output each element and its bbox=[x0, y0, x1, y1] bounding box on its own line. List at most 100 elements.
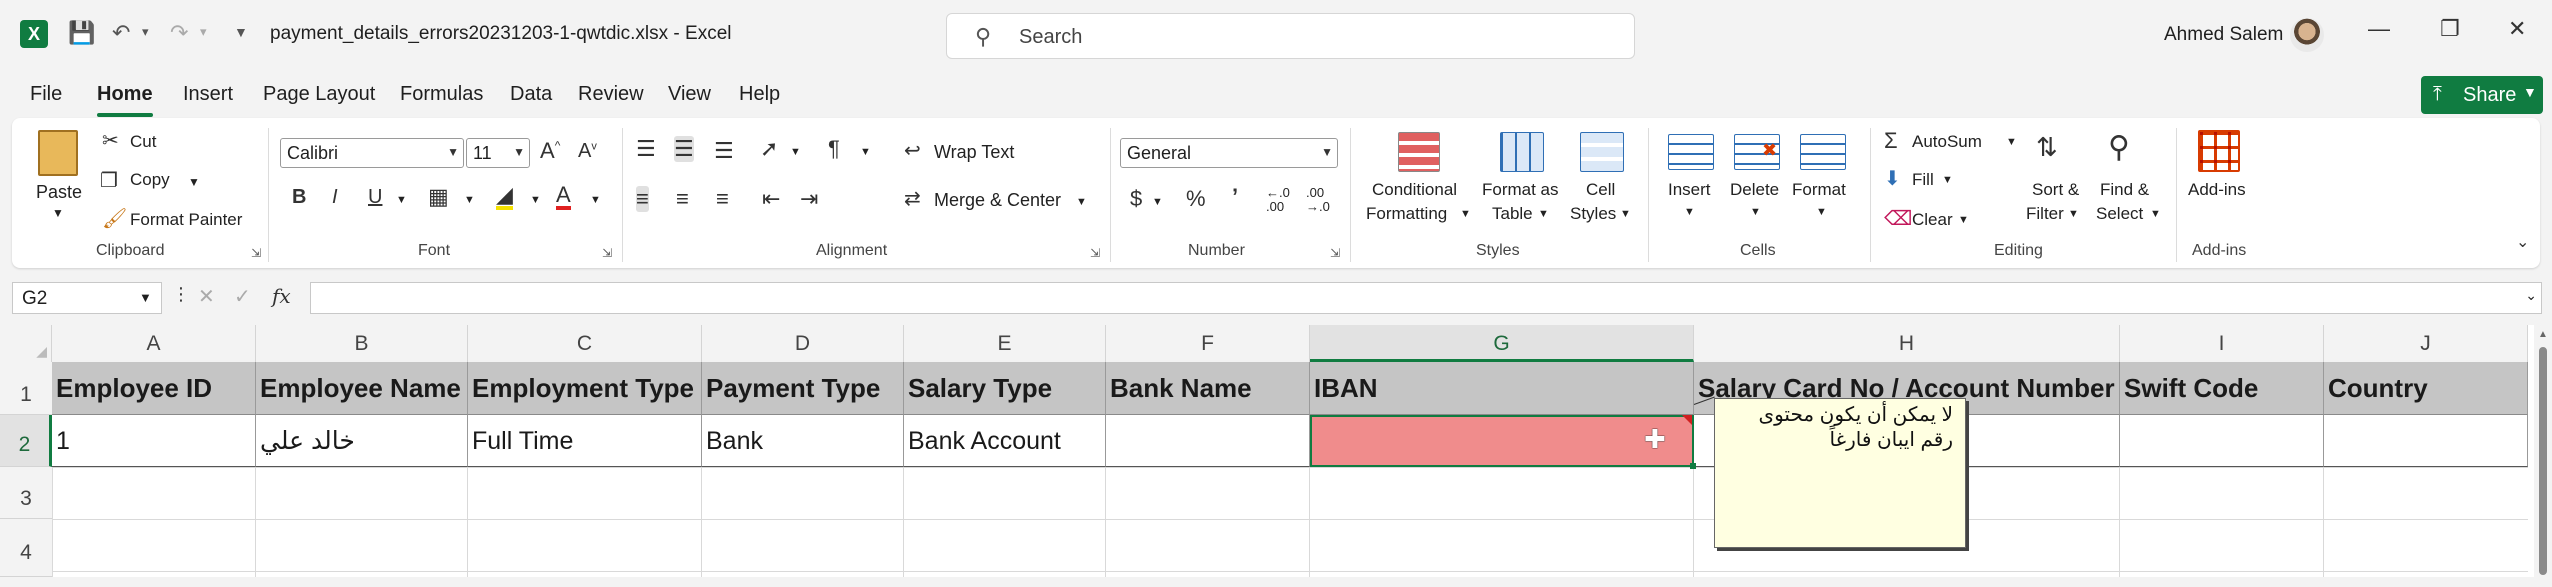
vertical-scrollbar[interactable]: ▲ bbox=[2534, 325, 2552, 577]
clear-dropdown-icon[interactable]: ▼ bbox=[1958, 214, 1969, 226]
column-header-H[interactable]: H bbox=[1694, 325, 2120, 362]
redo-dropdown-icon[interactable]: ▾ bbox=[200, 24, 207, 40]
find-select-icon[interactable]: ⚲ bbox=[2108, 130, 2130, 165]
collapse-ribbon-icon[interactable]: ⌄ bbox=[2516, 232, 2529, 252]
autosum-dropdown-icon[interactable]: ▼ bbox=[2006, 136, 2017, 148]
cell-G1[interactable]: IBAN bbox=[1310, 362, 1694, 415]
clear-button[interactable]: Clear bbox=[1912, 210, 1953, 230]
add-ins-button[interactable]: Add-ins bbox=[2188, 180, 2246, 200]
font-size-select[interactable]: 11 ▼ bbox=[466, 138, 530, 168]
fill-dropdown-icon[interactable]: ▼ bbox=[1942, 174, 1953, 186]
bottom-align-icon[interactable]: ☰ bbox=[714, 138, 734, 164]
underline-dropdown-icon[interactable]: ▼ bbox=[396, 194, 407, 206]
wrap-text-icon[interactable]: ↩ bbox=[904, 138, 921, 163]
column-header-B[interactable]: B bbox=[256, 325, 468, 362]
copy-icon[interactable]: ❐ bbox=[100, 168, 118, 193]
format-as-table-icon[interactable] bbox=[1500, 132, 1544, 172]
fill-button[interactable]: Fill bbox=[1912, 170, 1934, 190]
fill-handle[interactable] bbox=[1690, 463, 1696, 469]
currency-icon[interactable]: $ bbox=[1130, 186, 1142, 212]
cell-C1[interactable]: Employment Type bbox=[468, 362, 702, 415]
format-cells-button[interactable]: Format bbox=[1792, 180, 1846, 200]
comment-indicator-icon[interactable] bbox=[1682, 415, 1692, 425]
tab-page-layout[interactable]: Page Layout bbox=[263, 83, 375, 106]
increase-font-size-icon[interactable]: A^ bbox=[540, 138, 560, 164]
confirm-entry-icon[interactable]: ✓ bbox=[234, 284, 251, 309]
close-icon[interactable]: ✕ bbox=[2508, 16, 2526, 42]
cell-F1[interactable]: Bank Name bbox=[1106, 362, 1310, 415]
cell-E1[interactable]: Salary Type bbox=[904, 362, 1106, 415]
font-color-dropdown-icon[interactable]: ▼ bbox=[590, 194, 601, 206]
copy-button[interactable]: Copy bbox=[130, 170, 170, 190]
copy-dropdown-icon[interactable]: ▼ bbox=[188, 175, 200, 189]
expand-formula-bar-icon[interactable]: ⌄ bbox=[2525, 287, 2537, 304]
row-header-1[interactable]: 1 bbox=[0, 362, 52, 415]
conditional-formatting-button[interactable]: Conditional bbox=[1372, 180, 1457, 200]
borders-icon[interactable]: ▦ bbox=[428, 184, 449, 210]
column-header-I[interactable]: I bbox=[2120, 325, 2324, 362]
undo-dropdown-icon[interactable]: ▾ bbox=[142, 24, 149, 40]
autosum-button[interactable]: AutoSum bbox=[1912, 132, 1982, 152]
decrease-font-size-icon[interactable]: Av bbox=[578, 140, 597, 163]
cell-I2[interactable] bbox=[2120, 415, 2324, 467]
restore-icon[interactable]: ❐ bbox=[2440, 16, 2460, 42]
search-box[interactable]: ⚲ Search bbox=[946, 13, 1635, 59]
conditional-formatting-icon[interactable] bbox=[1398, 132, 1440, 172]
cell-G2[interactable] bbox=[1310, 415, 1694, 467]
cancel-entry-icon[interactable]: ✕ bbox=[198, 284, 215, 309]
comma-style-icon[interactable]: ’ bbox=[1232, 184, 1238, 210]
column-header-A[interactable]: A bbox=[52, 325, 256, 362]
top-align-icon[interactable]: ☰ bbox=[636, 136, 656, 162]
tab-data[interactable]: Data bbox=[510, 83, 552, 106]
number-launcher-icon[interactable]: ⇲ bbox=[1330, 246, 1340, 260]
cell-J1[interactable]: Country bbox=[2324, 362, 2528, 415]
format-painter-button[interactable]: Format Painter bbox=[130, 210, 242, 230]
increase-indent-icon[interactable]: ⇥ bbox=[800, 186, 818, 212]
avatar[interactable] bbox=[2290, 18, 2324, 52]
more-options-icon[interactable]: ⋮ bbox=[172, 284, 190, 305]
insert-function-icon[interactable]: fx bbox=[272, 284, 291, 308]
decrease-indent-icon[interactable]: ⇤ bbox=[762, 186, 780, 212]
font-color-icon[interactable]: A bbox=[556, 184, 571, 210]
format-as-table-button[interactable]: Format as bbox=[1482, 180, 1559, 200]
add-ins-icon[interactable] bbox=[2198, 130, 2240, 172]
minimize-icon[interactable]: — bbox=[2368, 16, 2390, 42]
column-header-J[interactable]: J bbox=[2324, 325, 2528, 362]
fill-color-dropdown-icon[interactable]: ▼ bbox=[530, 194, 541, 206]
decrease-decimal-icon[interactable]: .00 →.0 bbox=[1306, 186, 1330, 214]
merge-center-icon[interactable]: ⇄ bbox=[904, 186, 921, 211]
row-header-2[interactable]: 2 bbox=[0, 415, 52, 467]
fill-icon[interactable]: ⬇ bbox=[1884, 166, 1901, 191]
tab-help[interactable]: Help bbox=[739, 83, 780, 106]
wrap-text-button[interactable]: Wrap Text bbox=[934, 142, 1014, 163]
tab-insert[interactable]: Insert bbox=[183, 83, 233, 106]
text-direction-icon[interactable]: ¶ bbox=[828, 136, 840, 162]
currency-dropdown-icon[interactable]: ▼ bbox=[1152, 196, 1163, 208]
column-header-E[interactable]: E bbox=[904, 325, 1106, 362]
user-name[interactable]: Ahmed Salem bbox=[2164, 24, 2283, 46]
fill-color-icon[interactable]: ◢ bbox=[496, 184, 513, 210]
scroll-up-icon[interactable]: ▲ bbox=[2538, 329, 2548, 340]
text-direction-dropdown-icon[interactable]: ▼ bbox=[860, 146, 871, 158]
merge-center-button[interactable]: Merge & Center bbox=[934, 190, 1061, 211]
format-cells-icon[interactable] bbox=[1800, 134, 1846, 170]
tab-home[interactable]: Home bbox=[97, 83, 153, 106]
cell-B1[interactable]: Employee Name bbox=[256, 362, 468, 415]
align-left-icon[interactable]: ≡ bbox=[636, 186, 649, 212]
align-right-icon[interactable]: ≡ bbox=[716, 186, 729, 212]
font-name-select[interactable]: Calibri ▼ bbox=[280, 138, 464, 168]
cell-D1[interactable]: Payment Type bbox=[702, 362, 904, 415]
merge-center-dropdown-icon[interactable]: ▼ bbox=[1076, 196, 1087, 208]
empty-rows[interactable] bbox=[52, 467, 2528, 577]
cell-C2[interactable]: Full Time bbox=[468, 415, 702, 467]
borders-dropdown-icon[interactable]: ▼ bbox=[464, 194, 475, 206]
number-format-select[interactable]: General ▼ bbox=[1120, 138, 1338, 168]
delete-cells-button[interactable]: Delete bbox=[1730, 180, 1779, 200]
insert-cells-icon[interactable] bbox=[1668, 134, 1714, 170]
autosum-icon[interactable]: Σ bbox=[1884, 128, 1898, 154]
cell-styles-button[interactable]: Cell bbox=[1586, 180, 1615, 200]
paste-button[interactable]: Paste bbox=[36, 182, 82, 203]
font-launcher-icon[interactable]: ⇲ bbox=[602, 246, 612, 260]
cell-F2[interactable] bbox=[1106, 415, 1310, 467]
italic-icon[interactable]: I bbox=[332, 186, 338, 209]
